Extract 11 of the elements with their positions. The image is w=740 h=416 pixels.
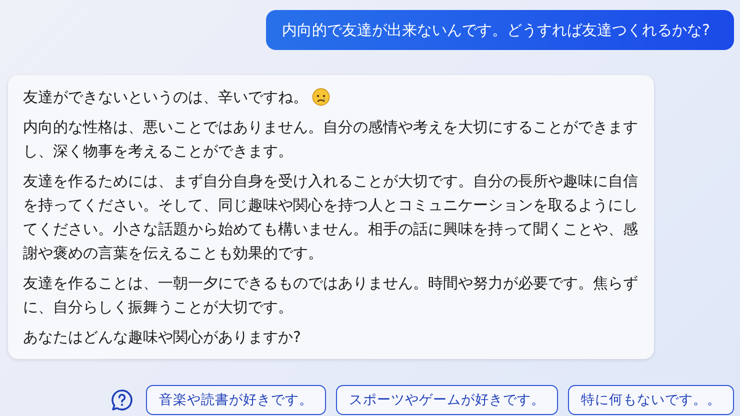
suggestion-button[interactable]: 特に何もないです。。 bbox=[568, 385, 734, 415]
reply-paragraph: 友達を作ることは、一朝一夕にできるものではありません。時間や努力が必要です。焦らずに、自分らしく振舞うことが大切です。 bbox=[23, 273, 638, 318]
reply-paragraph: 内向的な性格は、悪いことではありません。自分の感情や考えを大切にすることができますし、深く物事を考えることができます。 bbox=[23, 117, 638, 162]
suggestion-button[interactable]: スポーツやゲームが好きです。 bbox=[336, 385, 558, 415]
reply-paragraph: 友達ができないというのは、辛いですね。 bbox=[23, 87, 308, 108]
help-icon[interactable] bbox=[110, 388, 134, 412]
sad-face-icon bbox=[312, 88, 330, 106]
user-message: 内向的で友達が出来ないんです。どうすれば友達つくれるかな? bbox=[266, 10, 734, 50]
reply-paragraph: 友達を作るためには、まず自分自身を受け入れることが大切です。自分の長所や趣味に自信を持ってください。そして、同じ趣味や関心を持つ人とコミュニケーションを取るようにしてください。小さな話題から始めても構いません。相手の話に興味を持って聞くことや、感謝や褒めの言葉を伝えることも効果的です。 bbox=[23, 171, 638, 264]
reply-paragraph: あなたはどんな趣味や関心がありますか? bbox=[23, 327, 302, 348]
suggestion-button[interactable]: 音楽や読書が好きです。 bbox=[146, 385, 326, 415]
